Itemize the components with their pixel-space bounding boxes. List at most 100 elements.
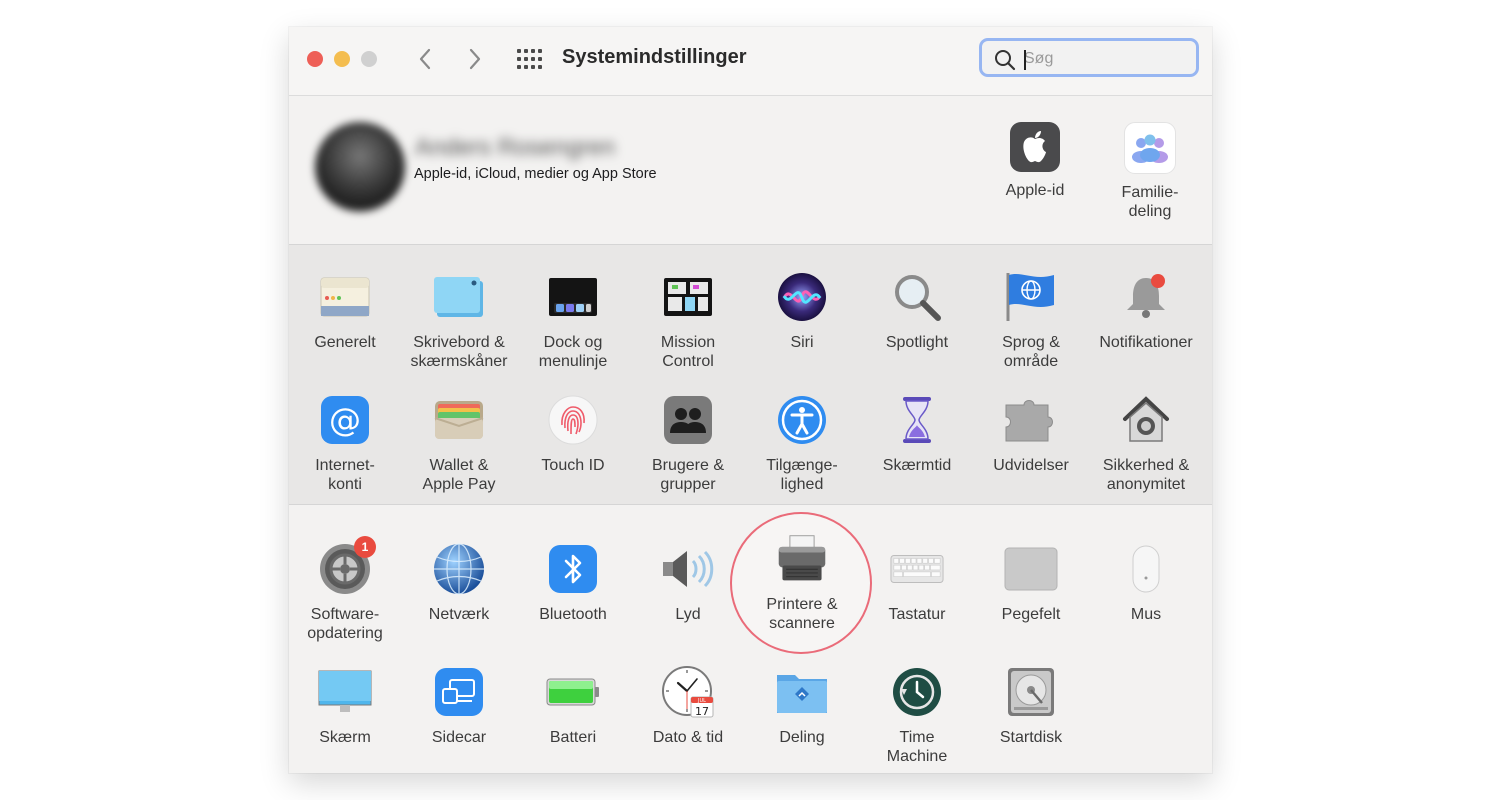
account-name: Anders Rosengren [415, 134, 616, 161]
sharing-folder-icon [775, 665, 829, 719]
puzzle-icon [1004, 393, 1058, 447]
window-title: Systemindstillinger [562, 46, 747, 68]
time-machine-icon [890, 665, 944, 719]
svg-text:@: @ [329, 401, 361, 439]
pref-label: Bluetooth [539, 606, 607, 623]
pref-network[interactable]: Netværk [402, 542, 516, 624]
siri-icon [775, 270, 829, 324]
battery-icon [546, 665, 600, 719]
pref-label: Skærm [319, 729, 371, 746]
pref-screen-time[interactable]: Skærmtid [860, 393, 974, 475]
pref-label: Batteri [549, 729, 597, 746]
zoom-button[interactable] [361, 51, 377, 67]
pref-label: Generelt [314, 334, 376, 351]
pref-label: Udvidelser [993, 457, 1069, 474]
avatar[interactable] [315, 122, 405, 212]
pref-displays[interactable]: Skærm [289, 665, 402, 747]
pref-battery[interactable]: Batteri [516, 665, 630, 747]
general-icon [318, 270, 372, 324]
pref-printers-scanners[interactable]: Printere & scannere [745, 532, 859, 633]
disk-icon [1004, 665, 1058, 719]
pref-label: Spotlight [885, 334, 949, 351]
pref-label: Tilgænge- lighed [766, 457, 838, 493]
dock-icon [546, 270, 600, 324]
pref-mouse[interactable]: Mus [1089, 542, 1203, 624]
pref-date-time[interactable]: JUL 17 Dato & tid [631, 665, 745, 747]
chevron-left-icon [419, 48, 431, 70]
forward-button[interactable] [461, 45, 489, 73]
pref-dock-menubar[interactable]: Dock og menulinje [516, 270, 630, 371]
users-icon [661, 393, 715, 447]
bell-icon [1119, 270, 1173, 324]
pref-label: Mus [1130, 606, 1162, 623]
account-subtitle: Apple-id, iCloud, medier og App Store [414, 166, 657, 182]
pref-keyboard[interactable]: Tastatur [860, 542, 974, 624]
back-button[interactable] [411, 45, 439, 73]
search-icon [995, 50, 1016, 71]
pref-touch-id[interactable]: Touch ID [516, 393, 630, 475]
pref-label: Deling [779, 729, 825, 746]
preferences-section-1: Generelt Skrivebord & skærmskåner Dock o… [289, 245, 1212, 505]
pref-internet-accounts[interactable]: @ Internet- konti [289, 393, 402, 494]
account-section: Anders Rosengren Apple-id, iCloud, medie… [289, 96, 1212, 245]
pref-sidecar[interactable]: Sidecar [402, 665, 516, 747]
pref-spotlight[interactable]: Spotlight [860, 270, 974, 352]
pref-siri[interactable]: Siri [745, 270, 859, 352]
pref-users-groups[interactable]: Brugere & grupper [631, 393, 745, 494]
pref-label: Lyd [675, 606, 701, 623]
globe-icon [432, 542, 486, 596]
spotlight-icon [890, 270, 944, 324]
pref-label: Touch ID [541, 457, 605, 474]
pref-apple-id[interactable]: Apple-id [980, 122, 1090, 200]
mouse-icon [1119, 542, 1173, 596]
pref-language-region[interactable]: Sprog & område [974, 270, 1088, 371]
pref-label: Tastatur [888, 606, 946, 623]
pref-label: Pegefelt [1001, 606, 1061, 623]
system-preferences-window: Systemindstillinger Anders Rosengren App… [289, 27, 1212, 773]
display-icon [318, 665, 372, 719]
pref-label: Netværk [428, 606, 490, 623]
pref-label: Apple-id [1005, 182, 1065, 199]
apple-icon [1010, 122, 1060, 172]
text-caret [1024, 50, 1026, 70]
pref-family-sharing[interactable]: Familie- deling [1095, 122, 1205, 221]
family-icon [1124, 122, 1176, 174]
house-lock-icon [1119, 393, 1173, 447]
pref-software-update[interactable]: 1 Software- opdatering [289, 536, 402, 643]
at-sign-icon: @ [318, 393, 372, 447]
search-field[interactable] [979, 38, 1199, 77]
pref-wallet-applepay[interactable]: Wallet & Apple Pay [402, 393, 516, 494]
pref-extensions[interactable]: Udvidelser [974, 393, 1088, 475]
pref-notifications[interactable]: Notifikationer [1089, 270, 1203, 352]
pref-bluetooth[interactable]: Bluetooth [516, 542, 630, 624]
printer-icon [775, 532, 829, 586]
sidecar-icon [432, 665, 486, 719]
pref-sound[interactable]: Lyd [631, 542, 745, 624]
grid-icon [517, 49, 542, 69]
minimize-button[interactable] [334, 51, 350, 67]
pref-label: Time Machine [886, 729, 948, 765]
close-button[interactable] [307, 51, 323, 67]
chevron-right-icon [469, 48, 481, 70]
pref-time-machine[interactable]: Time Machine [860, 665, 974, 766]
pref-label: Notifikationer [1099, 334, 1193, 351]
pref-desktop-screensaver[interactable]: Skrivebord & skærmskåner [402, 270, 516, 371]
hourglass-icon [890, 393, 944, 447]
pref-label: Dock og menulinje [538, 334, 608, 370]
pref-label: Sidecar [431, 729, 487, 746]
pref-startup-disk[interactable]: Startdisk [974, 665, 1088, 747]
pref-label: Brugere & grupper [651, 457, 725, 493]
wallet-icon [432, 393, 486, 447]
search-input[interactable] [1022, 47, 1186, 71]
pref-label: Skrivebord & skærmskåner [410, 334, 508, 370]
pref-label: Siri [790, 334, 814, 351]
title-bar: Systemindstillinger [289, 27, 1212, 96]
pref-sharing[interactable]: Deling [745, 665, 859, 747]
pref-security-privacy[interactable]: Sikkerhed & anonymitet [1089, 393, 1203, 494]
pref-label: Startdisk [999, 729, 1063, 746]
pref-mission-control[interactable]: Mission Control [631, 270, 745, 371]
pref-general[interactable]: Generelt [289, 270, 402, 352]
pref-accessibility[interactable]: Tilgænge- lighed [745, 393, 859, 494]
pref-trackpad[interactable]: Pegefelt [974, 542, 1088, 624]
show-all-button[interactable] [516, 48, 542, 70]
